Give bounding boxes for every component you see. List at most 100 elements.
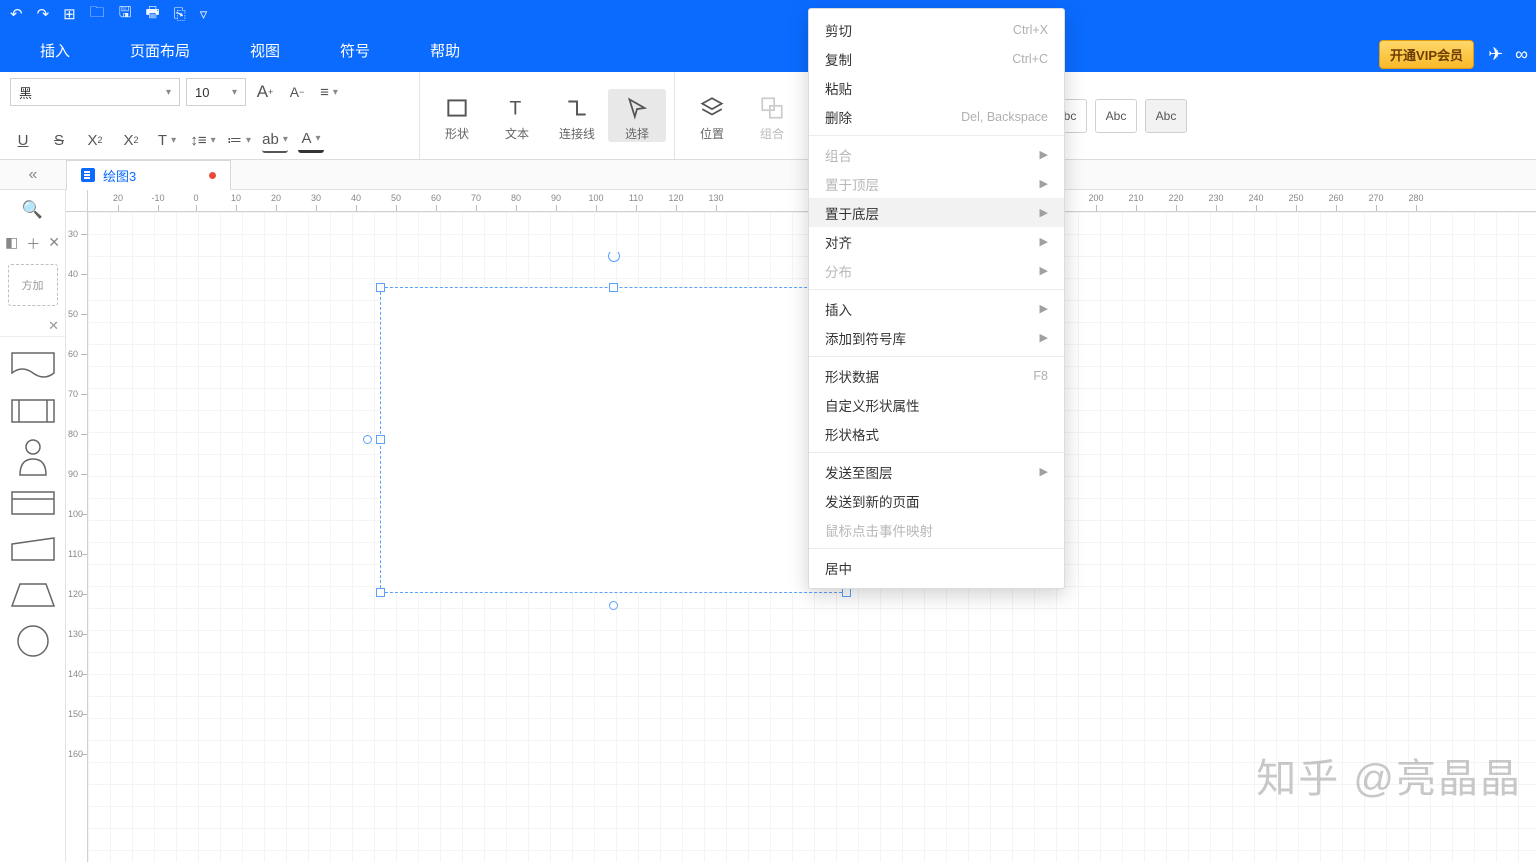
print-icon[interactable]: 🖶	[146, 2, 160, 27]
ruler-tick: 90	[68, 469, 78, 479]
ruler-tick: 40	[351, 193, 361, 203]
line-spacing-icon[interactable]: ↕≡▾	[190, 127, 216, 153]
collapse-sidebar-icon[interactable]: «	[0, 166, 66, 184]
shape-document[interactable]	[8, 347, 58, 383]
document-tab[interactable]: 绘图3	[66, 160, 231, 190]
sidebar-add-icon[interactable]: ＋	[26, 234, 40, 254]
ruler-tick: 200	[1088, 193, 1103, 203]
context-menu-item[interactable]: 对齐▶	[809, 227, 1064, 256]
context-menu-item[interactable]: 发送到新的页面	[809, 486, 1064, 515]
text-style-icon[interactable]: ab▾	[262, 127, 288, 153]
menu-help[interactable]: 帮助	[430, 40, 460, 61]
send-icon[interactable]: ✈	[1488, 44, 1503, 65]
strikethrough-icon[interactable]: S	[46, 127, 72, 153]
ruler-tick: 60	[68, 349, 78, 359]
menu-page-layout[interactable]: 页面布局	[130, 40, 190, 61]
selected-shape[interactable]	[380, 287, 847, 593]
text-tool-button[interactable]: T文本	[488, 89, 546, 142]
search-icon[interactable]: 🔍	[19, 196, 47, 224]
modified-indicator-icon	[209, 172, 216, 179]
document-tab-bar: « 绘图3	[0, 160, 1536, 190]
superscript-icon[interactable]: X2	[82, 127, 108, 153]
bullet-list-icon[interactable]: ≔▾	[226, 127, 252, 153]
main-area: 🔍 ◧ ＋ ✕ 方加 ✕ 20-100102030405060708090100…	[0, 190, 1536, 862]
style-preset-6[interactable]: Abc	[1145, 99, 1187, 133]
document-icon	[81, 168, 95, 182]
shape-card[interactable]	[8, 485, 58, 521]
shape-person[interactable]	[8, 439, 58, 475]
shape-circle[interactable]	[8, 623, 58, 659]
context-menu-item[interactable]: 剪切Ctrl+X	[809, 15, 1064, 44]
shape-trapezoid[interactable]	[8, 577, 58, 613]
decrease-font-icon[interactable]: A−	[284, 79, 310, 105]
font-color-icon[interactable]: A▾	[298, 127, 324, 153]
menu-view[interactable]: 视图	[250, 40, 280, 61]
align-icon[interactable]: ≡▾	[316, 79, 342, 105]
ruler-tick: 230	[1208, 193, 1223, 203]
ruler-tick: 270	[1368, 193, 1383, 203]
chevron-right-icon: ▶	[1040, 331, 1048, 344]
undo-icon[interactable]: ↶	[10, 5, 23, 23]
ruler-tick: 250	[1288, 193, 1303, 203]
context-menu-item[interactable]: 自定义形状属性	[809, 390, 1064, 419]
context-menu-item[interactable]: 复制Ctrl+C	[809, 44, 1064, 73]
canvas-area: 20-1001020304050607080901001101201302002…	[66, 190, 1536, 862]
shape-tool-button[interactable]: 形状	[428, 89, 486, 142]
ruler-tick: -10	[151, 193, 164, 203]
export-icon[interactable]: ⎘	[174, 6, 186, 23]
save-icon[interactable]: 🖫	[119, 2, 132, 27]
sidebar-placeholder[interactable]: 方加	[8, 264, 58, 306]
new-icon[interactable]: ⊞	[63, 5, 76, 23]
topbar-right-icons: ✈ ∞	[1488, 44, 1528, 65]
menu-symbol[interactable]: 符号	[340, 40, 370, 61]
ruler-tick: 240	[1248, 193, 1263, 203]
group-button: 组合	[743, 89, 801, 142]
context-menu-item[interactable]: 添加到符号库▶	[809, 323, 1064, 352]
menu-insert[interactable]: 插入	[40, 40, 70, 61]
context-menu-item[interactable]: 形状格式	[809, 419, 1064, 448]
infinity-icon[interactable]: ∞	[1515, 44, 1528, 65]
ruler-tick: 210	[1128, 193, 1143, 203]
ruler-tick: 0	[193, 193, 198, 203]
font-family-select[interactable]: 黑▾	[10, 78, 180, 106]
text-direction-icon[interactable]: T▾	[154, 127, 180, 153]
open-icon[interactable]: 🗀	[90, 2, 105, 27]
select-tool-button[interactable]: 选择	[608, 89, 666, 142]
context-menu-item[interactable]: 形状数据F8	[809, 361, 1064, 390]
context-menu-item[interactable]: 发送至图层▶	[809, 457, 1064, 486]
ruler-tick: 20	[113, 193, 123, 203]
font-size-select[interactable]: 10▾	[186, 78, 246, 106]
ruler-tick: 10	[231, 193, 241, 203]
vertical-ruler: 30405060708090100110120130140150160	[66, 212, 88, 862]
qat-more-icon[interactable]: ▿	[200, 5, 208, 23]
ruler-tick: 220	[1168, 193, 1183, 203]
increase-font-icon[interactable]: A+	[252, 79, 278, 105]
context-menu-item[interactable]: 置于底层▶	[809, 198, 1064, 227]
shape-predefined-process[interactable]	[8, 393, 58, 429]
position-button[interactable]: 位置	[683, 89, 741, 142]
context-menu-item[interactable]: 删除Del, Backspace	[809, 102, 1064, 131]
redo-icon[interactable]: ↷	[37, 5, 50, 23]
sidebar-section-close-icon[interactable]: ✕	[48, 318, 59, 334]
sidebar-add-panel-icon[interactable]: ◧	[5, 234, 18, 254]
ruler-tick: 60	[431, 193, 441, 203]
sidebar-close-icon[interactable]: ✕	[48, 234, 60, 254]
chevron-right-icon: ▶	[1040, 148, 1048, 161]
context-menu-item[interactable]: 粘贴	[809, 73, 1064, 102]
style-preset-5[interactable]: Abc	[1095, 99, 1137, 133]
ruler-tick: 80	[68, 429, 78, 439]
shape-manual-input[interactable]	[8, 531, 58, 567]
underline-icon[interactable]: U	[10, 127, 36, 153]
vip-button[interactable]: 开通VIP会员	[1379, 40, 1474, 69]
context-menu-item[interactable]: 插入▶	[809, 294, 1064, 323]
context-menu-item[interactable]: 居中	[809, 553, 1064, 582]
connector-tool-button[interactable]: 连接线	[548, 89, 606, 142]
rotate-handle-icon[interactable]	[608, 250, 620, 262]
ruler-tick: 50	[68, 309, 78, 319]
shapes-sidebar: 🔍 ◧ ＋ ✕ 方加 ✕	[0, 190, 66, 862]
ruler-tick: 260	[1328, 193, 1343, 203]
subscript-icon[interactable]: X2	[118, 127, 144, 153]
ruler-tick: 280	[1408, 193, 1423, 203]
ruler-tick: 120	[668, 193, 683, 203]
ruler-tick: 70	[471, 193, 481, 203]
